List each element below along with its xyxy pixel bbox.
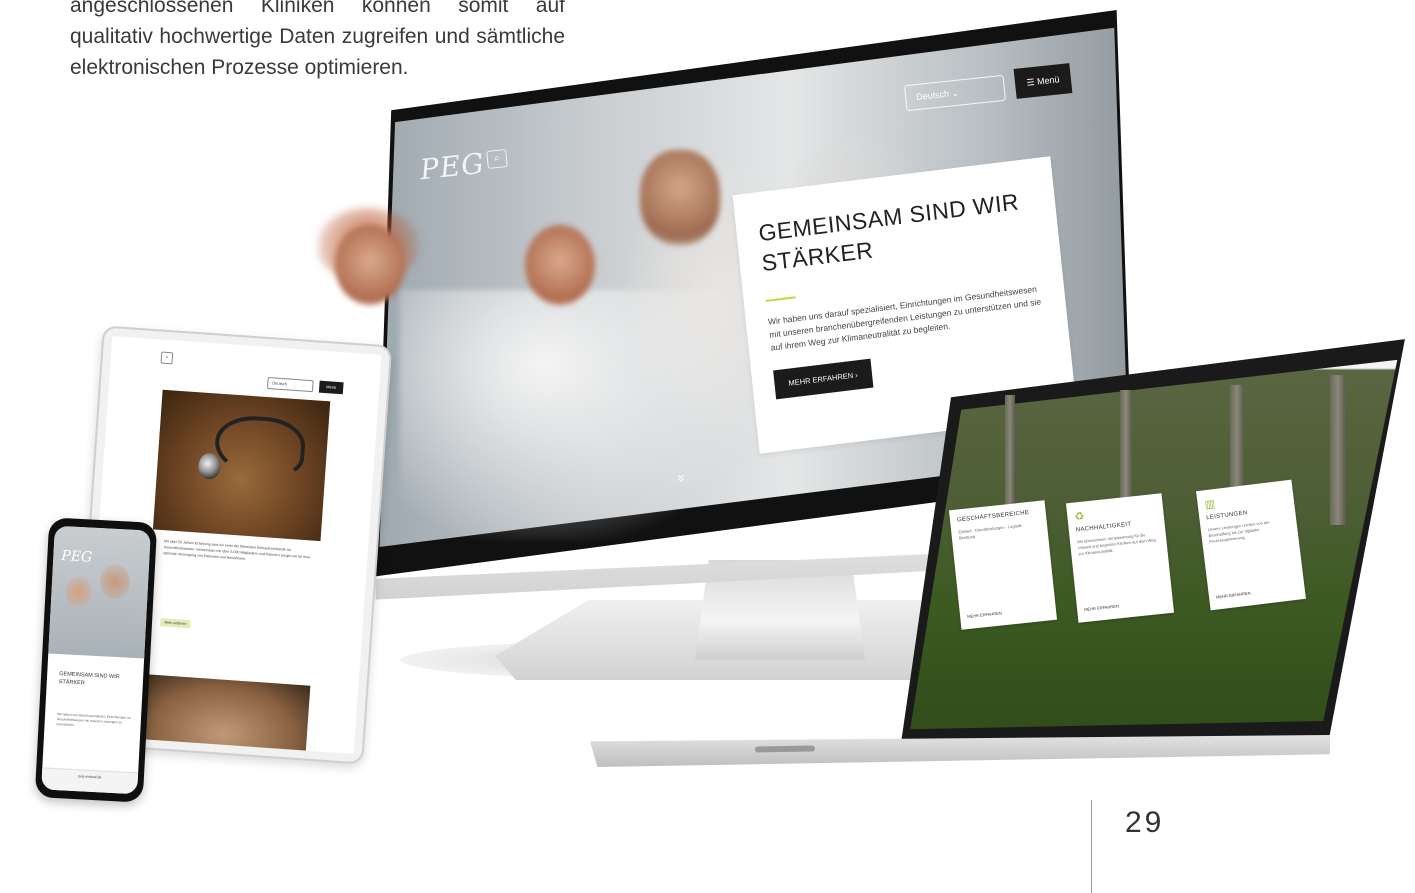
card-text: Einkauf · Dienstleistungen · Logistik · …: [958, 522, 1025, 541]
page-divider: [1091, 800, 1092, 893]
chevron-down-icon: ⌄: [951, 87, 960, 99]
forest-tree: [1330, 375, 1346, 525]
card-link[interactable]: MEHR ERFAHREN: [967, 610, 1002, 619]
phone-address-bar[interactable]: peg-einkauf.de: [41, 767, 139, 795]
hero-doctor-face-1b: [525, 225, 595, 305]
card-text: Wir übernehmen Verantwortung für die Umw…: [1076, 532, 1156, 557]
phone-doctor-face-1: [64, 576, 93, 608]
hero-doctor-face-1: [335, 225, 405, 305]
language-label: Deutsch: [915, 88, 950, 103]
menu-button[interactable]: Menü: [318, 380, 344, 395]
menu-button[interactable]: ☰ Menü: [1013, 63, 1073, 99]
laptop-opening-notch: [754, 745, 816, 753]
search-icon[interactable]: ⌕: [160, 351, 174, 365]
menu-label: Menü: [1036, 74, 1060, 87]
mehr-erfahren-button[interactable]: MEHR ERFAHREN ›: [773, 358, 874, 400]
phone-hero-text: Wir haben uns darauf spezialisiert, Einr…: [56, 712, 131, 727]
tablet-body-text: Mit über 50 Jahren Erfahrung sind wir ei…: [163, 539, 311, 561]
laptop-base: [590, 735, 1330, 767]
hands-together-image: [136, 674, 311, 754]
hero-title: GEMEINSAM SIND WIR STÄRKER: [757, 188, 1021, 277]
search-icon[interactable]: ⌕: [486, 149, 508, 169]
card-link[interactable]: MEHR ERFAHREN: [1216, 590, 1251, 599]
phone-doctor-face-2: [99, 564, 131, 600]
phone-hero-title: GEMEINSAM SIND WIR STÄRKER: [58, 671, 120, 687]
phone-logo[interactable]: PEG: [61, 548, 93, 566]
scroll-down-icon[interactable]: »: [674, 474, 690, 482]
monitor-logo[interactable]: PEG: [418, 147, 486, 187]
tablet-link[interactable]: Mehr erfahren: [160, 618, 191, 629]
card-text: Unsere Leistungen reichen von der Bescha…: [1207, 519, 1270, 545]
phone-hero-image: PEG: [48, 525, 151, 659]
language-select[interactable]: Deutsch: [266, 377, 314, 393]
hero-doctor-face-2: [640, 150, 720, 245]
smartphone-device: PEG GEMEINSAM SIND WIR STÄRKER Wir haben…: [34, 517, 158, 803]
card-link[interactable]: MEHR ERFAHREN: [1084, 603, 1119, 612]
hero-text: Wir haben uns darauf spezialisiert, Einr…: [767, 283, 1042, 353]
chevron-right-icon: ›: [854, 370, 859, 380]
laptop-card-geschaeftsbereiche[interactable]: GESCHÄFTSBEREICHE Einkauf · Dienstleistu…: [948, 500, 1058, 630]
laptop-card-leistungen[interactable]: ▥ LEISTUNGEN Unsere Leistungen reichen v…: [1196, 479, 1306, 611]
intro-paragraph: angeschlossenen Kliniken können somit au…: [70, 0, 565, 79]
cta-label: MEHR ERFAHREN: [788, 370, 854, 388]
hamburger-icon: ☰: [1026, 76, 1036, 88]
laptop-card-nachhaltigkeit[interactable]: ♻ NACHHALTIGKEIT Wir übernehmen Verantwo…: [1065, 493, 1175, 623]
hero-doctors-coats: [400, 290, 760, 540]
phone-screen: PEG GEMEINSAM SIND WIR STÄRKER Wir haben…: [41, 525, 151, 795]
accent-rule: [765, 296, 796, 302]
page-number: 29: [1125, 806, 1165, 839]
